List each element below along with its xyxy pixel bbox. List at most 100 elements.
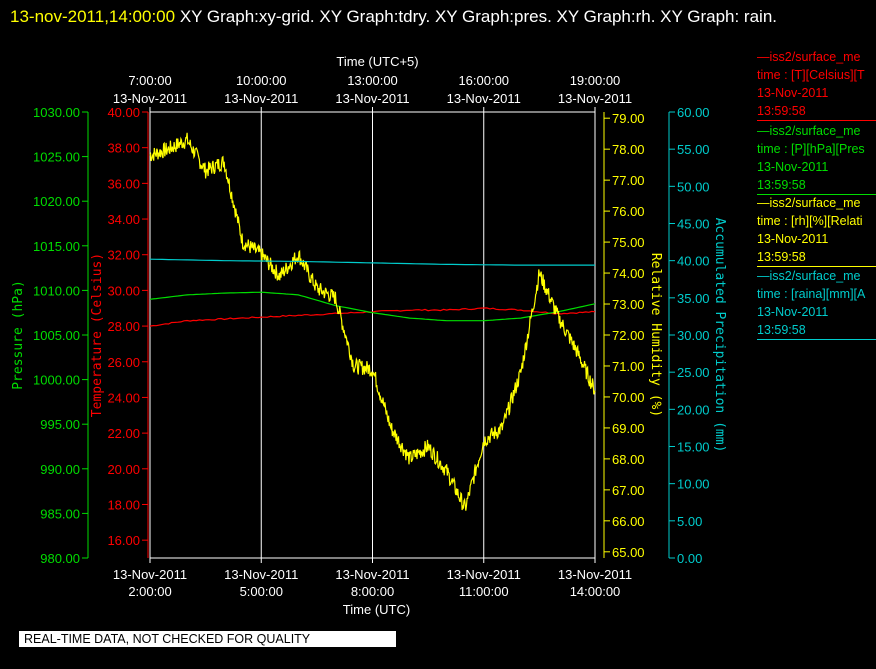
top-tick-time: 7:00:00	[128, 73, 171, 88]
pressure-tick-label: 1010.00	[33, 283, 80, 298]
legend-separator	[757, 339, 876, 340]
temperature-axis-label: Temperature (Celsius)	[90, 253, 105, 417]
legend-time: 13:59:58	[757, 104, 806, 118]
humidity-tick-label: 72.00	[612, 328, 645, 343]
bottom-tick-time: 8:00:00	[351, 584, 394, 599]
humidity-tick-label: 74.00	[612, 266, 645, 281]
legend-time: 13:59:58	[757, 178, 806, 192]
legend-date: 13-Nov-2011	[757, 232, 829, 246]
precip-tick-label: 35.00	[677, 291, 710, 306]
temperature-tick-label: 36.00	[107, 176, 140, 191]
pressure-tick-label: 1025.00	[33, 150, 80, 165]
precip-tick-label: 50.00	[677, 179, 710, 194]
humidity-tick-label: 77.00	[612, 173, 645, 188]
legend-entry: —iss2/surface_metime : [rh][%][Relati 13-…	[757, 194, 876, 267]
legend-var: time : [raina][mm][A	[757, 287, 866, 301]
temperature-tick-label: 32.00	[107, 248, 140, 263]
pressure-tick-label: 985.00	[40, 506, 80, 521]
top-tick-time: 16:00:00	[458, 73, 509, 88]
xy-chart: 13-Nov-2011 2:00:00 13-Nov-2011 5:00:00 13-N…	[11, 54, 727, 617]
top-tick-time: 13:00:00	[347, 73, 398, 88]
humidity-tick-label: 66.00	[612, 514, 645, 529]
legend-date: 13-Nov-2011	[757, 86, 829, 100]
legend-line: —iss2/surface_me	[757, 196, 861, 210]
precip-tick-label: 25.00	[677, 365, 710, 380]
top-tick-time: 19:00:00	[570, 73, 621, 88]
pressure-tick-label: 1030.00	[33, 105, 80, 120]
legend-time: 13:59:58	[757, 250, 806, 264]
bottom-axis-label: Time (UTC)	[343, 602, 410, 617]
humidity-tick-label: 76.00	[612, 204, 645, 219]
bottom-tick-time: 14:00:00	[570, 584, 621, 599]
humidity-tick-label: 65.00	[612, 545, 645, 560]
humidity-tick-label: 68.00	[612, 452, 645, 467]
legend-separator	[757, 120, 876, 121]
humidity-tick-label: 70.00	[612, 390, 645, 405]
precip-tick-label: 60.00	[677, 105, 710, 120]
temperature-tick-label: 20.00	[107, 462, 140, 477]
precip-tick-label: 5.00	[677, 514, 702, 529]
legend-entry: —iss2/surface_metime : [raina][mm][A 13-N…	[757, 267, 876, 340]
humidity-tick-label: 78.00	[612, 142, 645, 157]
legend-line: —iss2/surface_me	[757, 269, 861, 283]
legend-entry: —iss2/surface_metime : [T][Celsius][T 13-…	[757, 48, 876, 121]
legend-var: time : [rh][%][Relati	[757, 214, 863, 228]
precip-tick-label: 0.00	[677, 551, 702, 566]
precip-tick-label: 55.00	[677, 142, 710, 157]
bottom-tick-time: 5:00:00	[240, 584, 283, 599]
temperature-tick-label: 18.00	[107, 497, 140, 512]
temperature-tick-label: 34.00	[107, 212, 140, 227]
humidity-tick-label: 71.00	[612, 359, 645, 374]
top-tick-date: 13-Nov-2011	[558, 91, 632, 106]
bottom-tick-time: 11:00:00	[459, 584, 509, 599]
temperature-tick-label: 16.00	[107, 533, 140, 548]
legend-var: time : [P][hPa][Pres	[757, 142, 865, 156]
legend-time: 13:59:58	[757, 323, 806, 337]
pressure-axis-label: Pressure (hPa)	[11, 280, 26, 390]
humidity-tick-label: 67.00	[612, 483, 645, 498]
bottom-tick-time: 2:00:00	[128, 584, 171, 599]
legend-date: 13-Nov-2011	[757, 160, 829, 174]
precip-tick-label: 20.00	[677, 402, 710, 417]
pressure-tick-label: 1005.00	[33, 328, 80, 343]
precip-tick-label: 40.00	[677, 254, 710, 269]
temperature-tick-label: 30.00	[107, 283, 140, 298]
legend-var: time : [T][Celsius][T	[757, 68, 865, 82]
pressure-tick-label: 980.00	[40, 551, 80, 566]
bottom-tick-date: 13-Nov-2011	[335, 567, 409, 582]
temperature-tick-label: 40.00	[107, 105, 140, 120]
temperature-tick-label: 38.00	[107, 141, 140, 156]
pressure-tick-label: 1015.00	[33, 239, 80, 254]
top-tick-time: 10:00:00	[236, 73, 287, 88]
precip-tick-label: 30.00	[677, 328, 710, 343]
pressure-tick-label: 1020.00	[33, 194, 80, 209]
humidity-tick-label: 73.00	[612, 297, 645, 312]
humidity-tick-label: 79.00	[612, 111, 645, 126]
top-tick-date: 13-Nov-2011	[224, 91, 298, 106]
top-tick-date: 13-Nov-2011	[447, 91, 521, 106]
precip-tick-label: 10.00	[677, 477, 710, 492]
pressure-tick-label: 1000.00	[33, 373, 80, 388]
temperature-tick-label: 22.00	[107, 426, 140, 441]
legend-date: 13-Nov-2011	[757, 305, 829, 319]
quality-note: REAL-TIME DATA, NOT CHECKED FOR QUALITY	[19, 631, 396, 647]
humidity-tick-label: 75.00	[612, 235, 645, 250]
top-tick-date: 13-Nov-2011	[335, 91, 409, 106]
top-tick-date: 13-Nov-2011	[113, 91, 187, 106]
precip-axis-label: Accumulated Precipitation (mm)	[712, 218, 727, 453]
pressure-tick-label: 995.00	[40, 417, 80, 432]
bottom-tick-date: 13-Nov-2011	[447, 567, 521, 582]
bottom-tick-date: 13-Nov-2011	[558, 567, 632, 582]
temperature-tick-label: 26.00	[107, 355, 140, 370]
precip-tick-label: 15.00	[677, 440, 710, 455]
humidity-tick-label: 69.00	[612, 421, 645, 436]
humidity-axis-label: Relative Humidity (%)	[648, 253, 663, 417]
legend-line: —iss2/surface_me	[757, 50, 861, 64]
temperature-tick-label: 24.00	[107, 390, 140, 405]
legend-line: —iss2/surface_me	[757, 124, 861, 138]
precip-tick-label: 45.00	[677, 217, 710, 232]
bottom-tick-date: 13-Nov-2011	[113, 567, 187, 582]
pressure-tick-label: 990.00	[40, 462, 80, 477]
bottom-tick-date: 13-Nov-2011	[224, 567, 298, 582]
top-axis-label: Time (UTC+5)	[336, 54, 418, 69]
